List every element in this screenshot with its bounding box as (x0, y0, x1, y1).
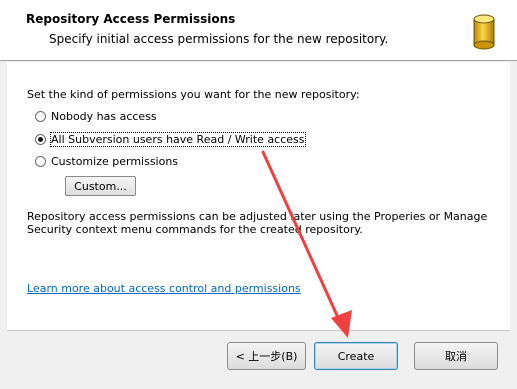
cancel-button[interactable]: 取消 (414, 342, 498, 370)
radio-button[interactable] (35, 111, 46, 122)
custom-button[interactable]: Custom... (65, 176, 136, 196)
radio-label: All Subversion users have Read / Write a… (50, 132, 306, 147)
radio-all-users-read-write[interactable]: All Subversion users have Read / Write a… (35, 132, 306, 147)
footer-divider (7, 330, 510, 331)
database-icon (473, 14, 495, 50)
learn-more-link[interactable]: Learn more about access control and perm… (27, 282, 301, 295)
radio-label: Nobody has access (51, 110, 157, 123)
instruction-text: Set the kind of permissions you want for… (27, 88, 360, 101)
create-button[interactable]: Create (314, 342, 398, 370)
content-panel: Set the kind of permissions you want for… (7, 62, 510, 330)
radio-button-selected[interactable] (35, 134, 46, 145)
permissions-note: Repository access permissions can be adj… (27, 210, 488, 236)
radio-label: Customize permissions (51, 155, 179, 168)
radio-customize-permissions[interactable]: Customize permissions (35, 155, 178, 168)
page-subtitle: Specify initial access permissions for t… (49, 32, 389, 46)
radio-button[interactable] (35, 156, 46, 167)
radio-nobody-access[interactable]: Nobody has access (35, 110, 157, 123)
back-button[interactable]: < 上一步(B) (227, 342, 306, 370)
wizard-header: Repository Access Permissions Specify in… (0, 0, 517, 61)
page-title: Repository Access Permissions (26, 12, 236, 26)
